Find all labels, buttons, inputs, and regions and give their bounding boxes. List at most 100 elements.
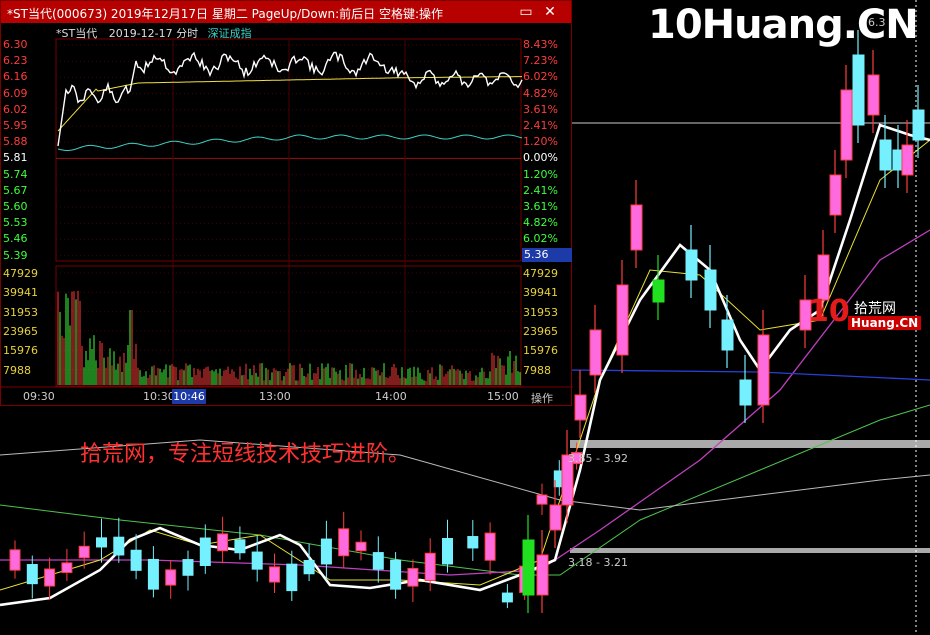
kbar	[574, 394, 587, 421]
price-axis-label: 6.23	[3, 54, 28, 68]
time-axis-label: 15:00	[487, 390, 519, 403]
kbar	[867, 74, 880, 116]
volume-axis-label: 7988	[523, 363, 551, 377]
logo-url: Huang.CN	[848, 316, 922, 330]
price-axis-label: 6.02	[3, 102, 28, 116]
close-icon[interactable]: ✕	[541, 3, 559, 21]
kbar	[165, 569, 177, 586]
time-axis-label: 10:30	[143, 390, 175, 403]
kbar	[549, 504, 562, 531]
kbar	[704, 269, 717, 311]
kbar	[757, 334, 770, 406]
time-axis-label: 13:00	[259, 390, 291, 403]
volume-axis-label: 39941	[523, 286, 558, 300]
kbar	[589, 329, 602, 376]
kbar	[501, 592, 513, 603]
price-axis-label: 5.46	[3, 232, 28, 246]
kbar	[852, 54, 865, 126]
percent-axis-label: 2.41%	[523, 183, 558, 197]
volume-axis-label: 31953	[3, 305, 38, 319]
volume-axis-label: 15976	[3, 344, 38, 358]
volume-axis-label: 23965	[3, 324, 38, 338]
stock-name: *ST当代	[56, 27, 98, 40]
percent-axis-label: 6.02%	[523, 232, 558, 246]
price-axis-label: 5.81	[3, 151, 28, 165]
volume-axis-label: 47929	[3, 267, 38, 280]
range-band-low	[570, 548, 930, 553]
volume-axis-label: 47929	[523, 267, 558, 280]
intraday-chart[interactable]	[1, 1, 573, 407]
volume-axis-label: 23965	[523, 324, 558, 338]
kbar	[424, 552, 436, 581]
cursor-time-label: 10:46	[172, 389, 206, 404]
kbar	[407, 567, 419, 587]
cursor-price-label: 5.36	[522, 248, 572, 262]
price-axis-label: 5.67	[3, 183, 28, 197]
percent-axis-label: 6.02%	[523, 70, 558, 84]
intraday-window[interactable]: *ST当代(000673) 2019年12月17日 星期二 PageUp/Dow…	[0, 0, 573, 407]
percent-axis-label: 7.23%	[523, 54, 558, 68]
kbar	[901, 144, 914, 176]
kbar	[912, 109, 925, 141]
kbar	[829, 174, 842, 216]
range-band-high	[570, 440, 930, 448]
kbar	[234, 539, 246, 554]
logo-cn: 拾荒网	[854, 301, 896, 317]
kbar	[536, 494, 548, 505]
logo-ten: 10	[808, 294, 850, 329]
price-axis-label: 5.53	[3, 216, 28, 230]
volume-axis-label: 15976	[523, 344, 558, 358]
window-title: *ST当代(000673) 2019年12月17日 星期二 PageUp/Dow…	[7, 7, 444, 21]
price-axis-label: 6.30	[3, 38, 28, 51]
time-axis-label: 09:30	[23, 390, 55, 403]
kbar	[286, 563, 298, 592]
percent-axis-label: 0.00%	[523, 151, 558, 165]
operate-button[interactable]: 操作	[531, 390, 553, 406]
kbar	[739, 379, 752, 406]
index-name: 深证成指	[207, 27, 252, 40]
kbar	[320, 538, 332, 565]
avg-price-line	[57, 76, 522, 132]
minimize-icon[interactable]: ▭	[517, 3, 535, 21]
volume-axis-label: 31953	[523, 305, 558, 319]
site-logo: 10 拾荒网 Huang.CN	[808, 294, 928, 336]
kbar	[390, 559, 402, 590]
window-titlebar[interactable]: *ST当代(000673) 2019年12月17日 星期二 PageUp/Dow…	[1, 1, 571, 23]
kbar	[467, 536, 479, 549]
kbar	[840, 89, 853, 161]
kbar	[442, 538, 453, 565]
percent-axis-label: 3.61%	[523, 102, 558, 116]
kbar	[147, 558, 159, 590]
price-axis-label: 5.88	[3, 135, 28, 149]
kbar	[26, 564, 38, 585]
kbar	[355, 541, 367, 552]
percent-axis-label: 2.41%	[523, 119, 558, 132]
percent-axis-label: 1.20%	[523, 167, 558, 181]
kbar	[9, 549, 21, 571]
price-axis-label: 5.60	[3, 200, 28, 213]
chart-date: 2019-12-17 分时	[108, 27, 199, 40]
price-axis-label: 6.16	[3, 70, 28, 84]
price-axis-label: 5.39	[3, 248, 28, 262]
kbar	[522, 539, 535, 596]
kbar	[251, 551, 263, 570]
percent-axis-label: 3.61%	[523, 200, 558, 213]
kbar	[269, 566, 280, 583]
price-axis-label: 5.74	[3, 167, 28, 181]
price-line	[57, 51, 523, 147]
kline-range-low-label: 3.18 - 3.21	[568, 556, 628, 569]
kline-range-high-label: 3.85 - 3.92	[568, 452, 628, 465]
percent-axis-label: 4.82%	[523, 86, 558, 100]
price-axis-label: 6.09	[3, 86, 28, 100]
percent-axis-label: 8.43%	[523, 38, 558, 51]
percent-axis-label: 1.20%	[523, 135, 558, 149]
kbar	[96, 537, 107, 548]
kbar	[616, 284, 629, 356]
kbar	[484, 532, 496, 561]
kbar	[685, 249, 698, 281]
kbar	[338, 528, 350, 557]
percent-axis-label: 4.82%	[523, 216, 558, 230]
slogan-text: 拾荒网，专注短线技术技巧进阶。	[80, 442, 411, 467]
volume-axis-label: 7988	[3, 363, 31, 377]
kbar	[61, 562, 73, 574]
